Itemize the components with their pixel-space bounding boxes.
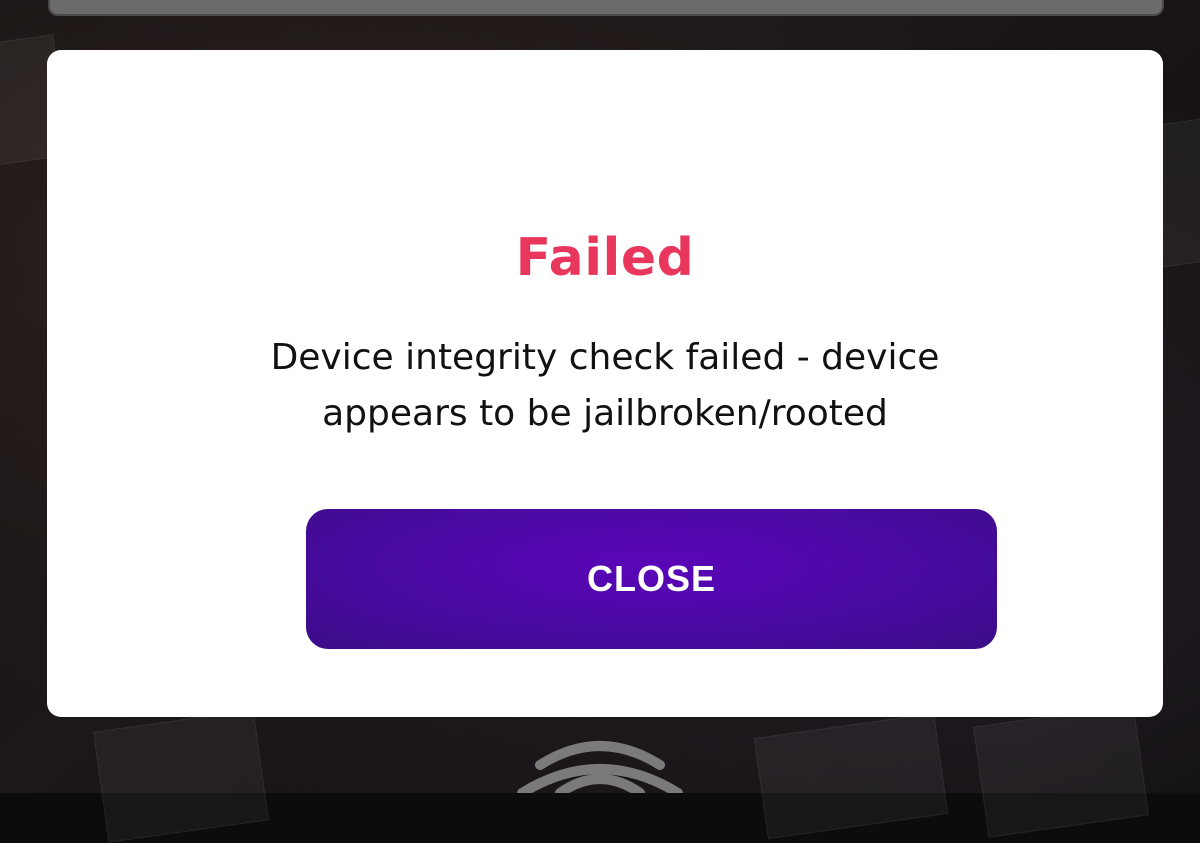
- top-input-bar: [48, 0, 1164, 16]
- dialog-title: Failed: [515, 228, 695, 288]
- background-image-tile: [92, 709, 270, 843]
- background-image-tile: [753, 712, 949, 840]
- close-button-label: CLOSE: [586, 558, 716, 599]
- fingerprint-icon: [517, 741, 683, 793]
- dialog-message: Device integrity check failed - device a…: [270, 337, 940, 434]
- background-image-tile: [972, 704, 1150, 838]
- close-button[interactable]: CLOSE: [306, 509, 997, 649]
- error-dialog: Failed Device integrity check failed - d…: [47, 50, 1163, 717]
